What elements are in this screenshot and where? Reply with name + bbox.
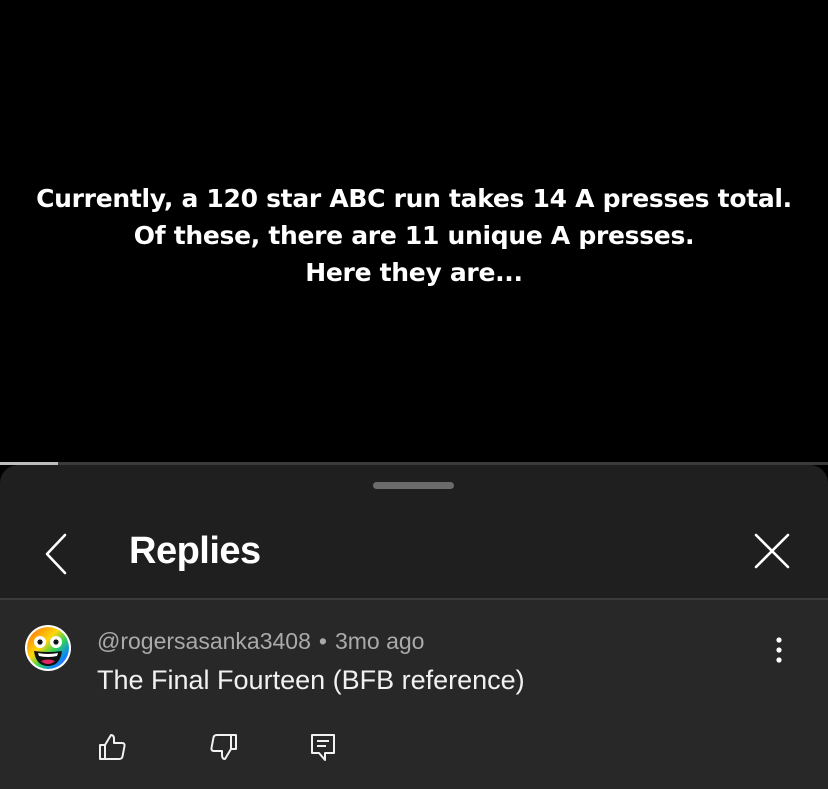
comment-author[interactable]: @rogersasanka3408 bbox=[97, 628, 311, 654]
reply-icon bbox=[311, 734, 335, 761]
dislike-button[interactable] bbox=[204, 727, 244, 767]
caption-line-3: Here they are... bbox=[305, 258, 523, 287]
comment-meta: @rogersasanka3408 • 3mo ago bbox=[97, 628, 424, 655]
meta-separator: • bbox=[318, 628, 327, 654]
close-icon bbox=[754, 533, 790, 569]
more-options-button[interactable] bbox=[764, 630, 794, 670]
video-caption: Currently, a 120 star ABC run takes 14 A… bbox=[0, 180, 828, 291]
caption-line-2: Of these, there are 11 unique A presses. bbox=[133, 221, 695, 250]
rainbow-smiley-avatar-icon bbox=[25, 625, 71, 671]
chevron-left-icon bbox=[45, 533, 67, 575]
caption-line-1: Currently, a 120 star ABC run takes 14 A… bbox=[36, 184, 792, 213]
replies-header: Replies bbox=[0, 511, 828, 597]
avatar[interactable] bbox=[24, 624, 72, 672]
thumbs-down-icon bbox=[210, 734, 237, 760]
replies-sheet: Replies @rogersasanka3408 • 3mo ago The … bbox=[0, 465, 828, 789]
replies-title: Replies bbox=[129, 530, 261, 572]
more-vertical-icon bbox=[776, 637, 782, 663]
comment-time: 3mo ago bbox=[334, 628, 425, 654]
video-player[interactable]: Currently, a 120 star ABC run takes 14 A… bbox=[0, 0, 828, 463]
back-button[interactable] bbox=[36, 529, 76, 579]
comment-text: The Final Fourteen (BFB reference) bbox=[97, 665, 525, 695]
thumbs-up-icon bbox=[99, 734, 126, 760]
sheet-drag-handle[interactable] bbox=[373, 482, 454, 489]
like-button[interactable] bbox=[92, 727, 132, 767]
close-button[interactable] bbox=[748, 527, 796, 575]
comment-item: @rogersasanka3408 • 3mo ago The Final Four… bbox=[0, 600, 828, 789]
reply-button[interactable] bbox=[303, 727, 343, 767]
